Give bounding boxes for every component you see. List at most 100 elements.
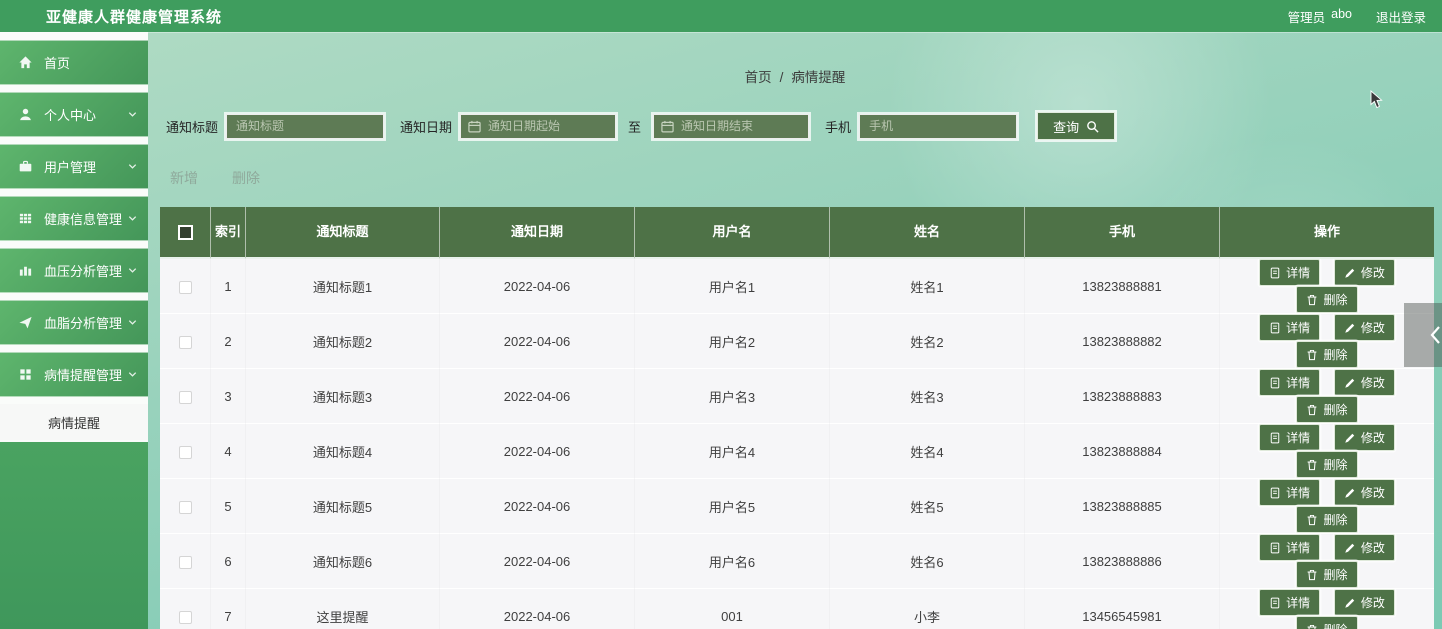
delete-button[interactable]: 删除 (1296, 506, 1358, 533)
row-checkbox[interactable] (178, 280, 192, 294)
chevron-left-icon (1430, 326, 1440, 344)
edit-button[interactable]: 修改 (1333, 424, 1395, 451)
cell-index: 5 (211, 479, 246, 534)
cell-phone: 13823888885 (1025, 479, 1220, 534)
delete-button[interactable]: 删除 (1296, 451, 1358, 478)
edit-button[interactable]: 修改 (1333, 534, 1395, 561)
cell-phone: 13823888881 (1025, 259, 1220, 314)
row-checkbox[interactable] (178, 335, 192, 349)
detail-button[interactable]: 详情 (1259, 589, 1321, 616)
row-checkbox[interactable] (178, 500, 192, 514)
drawer-toggle[interactable] (1404, 303, 1442, 367)
column-header-title: 通知标题 (246, 207, 440, 259)
edit-button[interactable]: 修改 (1333, 589, 1395, 616)
add-button[interactable]: 新增 (170, 168, 198, 188)
topbar: 亚健康人群健康管理系统 管理员 abo 退出登录 (0, 0, 1442, 32)
delete-button[interactable]: 删除 (1296, 396, 1358, 423)
home-icon (19, 56, 32, 69)
user-role: 管理员 (1287, 10, 1326, 25)
cell-select (160, 479, 211, 534)
sidebar-item-user-management[interactable]: 用户管理 (0, 144, 148, 189)
row-checkbox[interactable] (178, 610, 192, 624)
sidebar-item-home[interactable]: 首页 (0, 40, 148, 85)
current-user-label: 管理员 abo (1288, 7, 1352, 26)
edit-button[interactable]: 修改 (1333, 259, 1395, 286)
detail-button[interactable]: 详情 (1259, 314, 1321, 341)
row-checkbox[interactable] (178, 445, 192, 459)
trash-icon (1308, 459, 1317, 470)
cell-phone: 13823888884 (1025, 424, 1220, 479)
select-all-header (160, 207, 211, 259)
cell-phone: 13823888882 (1025, 314, 1220, 369)
detail-button[interactable]: 详情 (1259, 534, 1321, 561)
sidebar-subitem-condition-reminder[interactable]: 病情提醒 (0, 404, 148, 440)
delete-button[interactable]: 删除 (1296, 286, 1358, 313)
sidebar-item-label: 健康信息管理 (44, 212, 123, 227)
column-header-actions: 操作 (1220, 207, 1434, 259)
cell-name: 姓名5 (830, 479, 1025, 534)
cell-name: 姓名1 (830, 259, 1025, 314)
edit-button-label: 修改 (1360, 431, 1385, 445)
detail-button-label: 详情 (1286, 486, 1311, 500)
trash-icon (1308, 624, 1317, 629)
delete-button-label: 删除 (1323, 568, 1348, 582)
trash-icon (1308, 404, 1317, 415)
date-end-field[interactable] (681, 119, 802, 133)
phone-filter-input[interactable] (859, 113, 1018, 139)
sidebar-item-health-info-management[interactable]: 健康信息管理 (0, 196, 148, 241)
row-checkbox[interactable] (178, 390, 192, 404)
delete-button[interactable]: 删除 (1296, 561, 1358, 588)
logout-link[interactable]: 退出登录 (1376, 7, 1426, 26)
pencil-icon (1345, 323, 1355, 333)
delete-button[interactable]: 删除 (1296, 616, 1358, 629)
bulk-delete-button[interactable]: 删除 (232, 168, 260, 188)
trash-icon (1308, 349, 1317, 360)
delete-button-label: 删除 (1323, 458, 1348, 472)
cell-name: 姓名2 (830, 314, 1025, 369)
table-row: 5 通知标题5 2022-04-06 用户名5 姓名5 13823888885 … (160, 479, 1434, 534)
date-filter-label: 通知日期 (400, 119, 453, 135)
edit-button-label: 修改 (1360, 376, 1385, 390)
edit-button[interactable]: 修改 (1333, 369, 1395, 396)
select-all-checkbox[interactable] (177, 225, 193, 241)
detail-button[interactable]: 详情 (1259, 424, 1321, 451)
date-start-input[interactable] (460, 113, 617, 139)
delete-button[interactable]: 删除 (1296, 341, 1358, 368)
pencil-icon (1345, 378, 1355, 388)
table-row: 6 通知标题6 2022-04-06 用户名6 姓名6 13823888886 … (160, 534, 1434, 589)
cell-name: 姓名4 (830, 424, 1025, 479)
chevron-down-icon (128, 320, 137, 325)
document-icon (1270, 267, 1280, 278)
bar-chart-icon (19, 266, 32, 276)
title-filter-input[interactable] (226, 113, 385, 139)
cell-index: 3 (211, 369, 246, 424)
date-end-input[interactable] (653, 113, 810, 139)
cell-actions: 详情 修改 删除 (1220, 424, 1434, 479)
edit-button[interactable]: 修改 (1333, 314, 1395, 341)
app-title: 亚健康人群健康管理系统 (46, 8, 223, 26)
column-header-username: 用户名 (635, 207, 830, 259)
cell-date: 2022-04-06 (440, 369, 635, 424)
sidebar-item-blood-pressure-management[interactable]: 血压分析管理 (0, 248, 148, 293)
cell-date: 2022-04-06 (440, 589, 635, 629)
sidebar-item-label: 血脂分析管理 (44, 316, 123, 331)
table-toolbar: 新增 删除 (170, 168, 260, 188)
detail-button[interactable]: 详情 (1259, 479, 1321, 506)
breadcrumb-home[interactable]: 首页 (745, 70, 772, 85)
calendar-icon (661, 120, 674, 132)
sidebar-item-personal-center[interactable]: 个人中心 (0, 92, 148, 137)
detail-button[interactable]: 详情 (1259, 259, 1321, 286)
detail-button[interactable]: 详情 (1259, 369, 1321, 396)
sidebar-item-condition-reminder-management[interactable]: 病情提醒管理 (0, 352, 148, 397)
edit-button[interactable]: 修改 (1333, 479, 1395, 506)
main-content: 首页 / 病情提醒 通知标题 通知日期 至 手机 查询 新增 删除 (148, 32, 1442, 629)
search-button[interactable]: 查询 (1037, 112, 1116, 140)
pencil-icon (1345, 598, 1355, 608)
table-row: 2 通知标题2 2022-04-06 用户名2 姓名2 13823888882 … (160, 314, 1434, 369)
delete-button-label: 删除 (1323, 513, 1348, 527)
sidebar-item-blood-lipid-management[interactable]: 血脂分析管理 (0, 300, 148, 345)
column-header-name: 姓名 (830, 207, 1025, 259)
user-icon (20, 108, 31, 121)
date-start-field[interactable] (488, 119, 609, 133)
row-checkbox[interactable] (178, 555, 192, 569)
